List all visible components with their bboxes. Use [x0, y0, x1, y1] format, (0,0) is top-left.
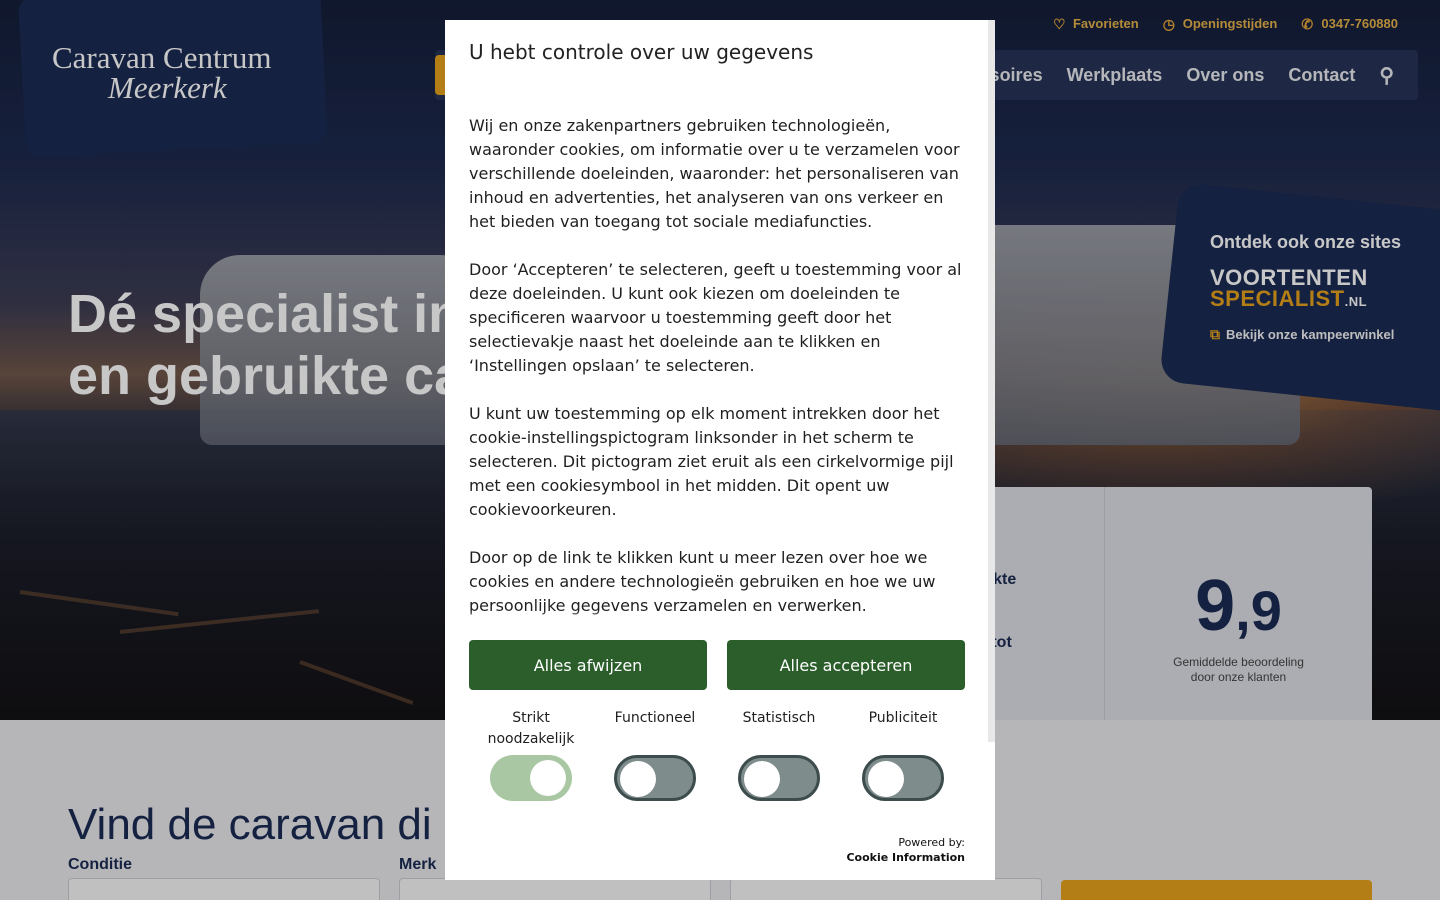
consent-body-fade: [469, 610, 967, 626]
toggle-strictly-necessary[interactable]: [490, 755, 572, 801]
category-label-statistical: Statistisch: [742, 710, 816, 726]
toggle-functional[interactable]: [614, 755, 696, 801]
category-label-advertising: Publiciteit: [868, 710, 938, 726]
consent-body[interactable]: Wij en onze zakenpartners gebruiken tech…: [469, 114, 967, 622]
toggle-advertising[interactable]: [862, 755, 944, 801]
powered-by-label: Powered by:: [898, 836, 965, 849]
category-label-strictly-necessary: Strikt noodzakelijk: [487, 710, 575, 747]
accept-all-button[interactable]: Alles accepteren: [727, 640, 965, 690]
provider-link[interactable]: Cookie Information: [846, 850, 965, 865]
modal-scrollbar[interactable]: [988, 20, 995, 742]
category-label-functional: Functioneel: [614, 710, 696, 726]
toggle-knob: [744, 761, 780, 797]
consent-title: U hebt controle over uw gegevens: [469, 40, 814, 64]
consent-paragraph: Door ‘Accepteren’ te selecteren, geeft u…: [469, 260, 962, 375]
cookie-consent-dialog: U hebt controle over uw gegevens Wij en …: [445, 20, 995, 880]
reject-all-button[interactable]: Alles afwijzen: [469, 640, 707, 690]
toggle-knob: [620, 761, 656, 797]
powered-by: Powered by: Cookie Information: [846, 835, 965, 865]
consent-paragraph: Wij en onze zakenpartners gebruiken tech…: [469, 116, 960, 231]
consent-paragraph: U kunt uw toestemming op elk moment intr…: [469, 404, 954, 519]
toggle-knob: [868, 761, 904, 797]
toggle-knob: [530, 760, 566, 796]
toggle-statistical[interactable]: [738, 755, 820, 801]
consent-paragraph: Door op de link te klikken kunt u meer l…: [469, 548, 936, 615]
